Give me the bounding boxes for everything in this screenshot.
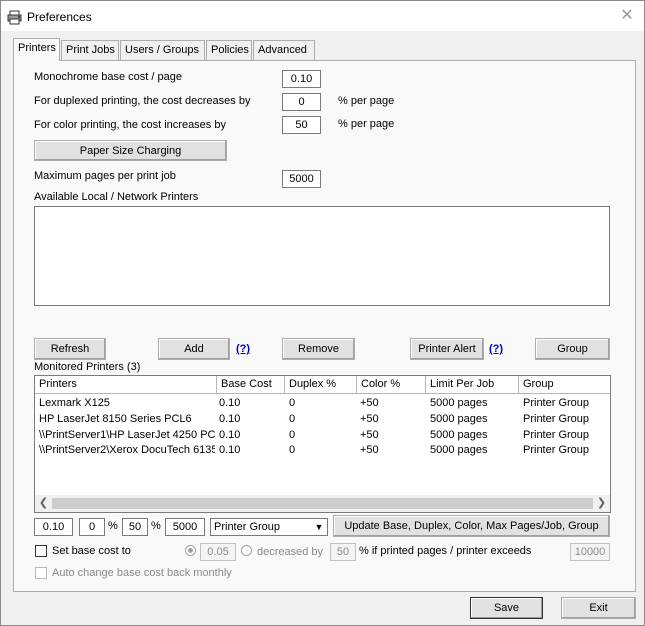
preferences-window: Preferences ✕ Printers Print Jobs Users … — [0, 0, 645, 626]
cell-printer: HP LaserJet 8150 Series PCL6 — [39, 413, 192, 425]
cell-group: Printer Group — [523, 429, 590, 441]
duplex-unit-label: % per page — [338, 95, 395, 107]
duplex-label: For duplexed printing, the cost decrease… — [34, 95, 251, 107]
max-pages-label: Maximum pages per print job — [34, 170, 176, 182]
exceeds-input[interactable]: 10000 — [570, 543, 610, 561]
duplex-percent-label: % — [108, 520, 118, 532]
cell-base-cost: 0.10 — [219, 413, 241, 425]
cell-color: +50 — [360, 429, 379, 441]
title-bar: Preferences ✕ — [1, 1, 644, 31]
scroll-left-icon[interactable]: ❮ — [35, 495, 52, 512]
decreased-by-input[interactable]: 50 — [330, 543, 356, 561]
scroll-thumb[interactable] — [52, 498, 593, 509]
edit-group-value: Printer Group — [214, 521, 281, 533]
cell-printer: Lexmark X125 — [39, 397, 110, 409]
max-pages-input[interactable]: 5000 — [282, 170, 321, 188]
cell-duplex: 0 — [289, 397, 296, 409]
add-help-link[interactable]: (?) — [236, 343, 250, 355]
chevron-down-icon[interactable]: ▼ — [311, 519, 327, 535]
scroll-right-icon[interactable]: ❯ — [593, 495, 610, 512]
update-button[interactable]: Update Base, Duplex, Color, Max Pages/Jo… — [333, 515, 610, 537]
duplex-input[interactable]: 0 — [282, 93, 321, 111]
printer-alert-help-link[interactable]: (?) — [489, 343, 503, 355]
color-input[interactable]: 50 — [282, 116, 321, 134]
cell-color: +50 — [360, 413, 379, 425]
cell-color: +50 — [360, 397, 379, 409]
column-header-printers[interactable]: Printers — [35, 376, 217, 394]
available-printers-label: Available Local / Network Printers — [34, 191, 199, 203]
cell-base-cost: 0.10 — [219, 429, 241, 441]
column-header-limit-per-job[interactable]: Limit Per Job — [426, 376, 519, 394]
cell-printer: \\PrintServer1\HP LaserJet 4250 PCL6 — [39, 429, 215, 441]
column-header-duplex[interactable]: Duplex % — [285, 376, 357, 394]
horizontal-scrollbar[interactable]: ❮ ❯ — [35, 495, 610, 512]
tab-policies[interactable]: Policies — [206, 40, 252, 60]
cell-duplex: 0 — [289, 444, 296, 456]
cell-limit: 5000 pages — [430, 413, 488, 425]
refresh-button[interactable]: Refresh — [34, 338, 106, 360]
edit-color-input[interactable]: 50 — [122, 518, 148, 536]
auto-change-checkbox[interactable] — [35, 567, 47, 579]
tab-users-groups[interactable]: Users / Groups — [120, 40, 205, 60]
group-button[interactable]: Group — [535, 338, 610, 360]
cell-limit: 5000 pages — [430, 397, 488, 409]
base-cost-value-input[interactable]: 0.05 — [200, 543, 236, 561]
decreased-by-radio[interactable] — [241, 545, 252, 556]
set-base-cost-label: Set base cost to — [52, 545, 131, 557]
base-cost-value-radio[interactable] — [185, 545, 196, 556]
cell-duplex: 0 — [289, 413, 296, 425]
cell-duplex: 0 — [289, 429, 296, 441]
cell-base-cost: 0.10 — [219, 397, 241, 409]
monitored-printers-table[interactable]: Printers Base Cost Duplex % Color % Limi… — [34, 375, 611, 513]
tab-advanced[interactable]: Advanced — [253, 40, 315, 60]
cell-group: Printer Group — [523, 444, 590, 456]
cell-color: +50 — [360, 444, 379, 456]
remove-button[interactable]: Remove — [282, 338, 355, 360]
decreased-by-label: decreased by — [257, 546, 324, 558]
edit-duplex-input[interactable]: 0 — [79, 518, 105, 536]
printer-app-icon — [7, 10, 22, 25]
column-header-group[interactable]: Group — [519, 376, 610, 394]
column-header-color[interactable]: Color % — [357, 376, 426, 394]
available-printers-list[interactable] — [34, 206, 610, 306]
edit-base-cost-input[interactable]: 0.10 — [34, 518, 73, 536]
paper-size-charging-button[interactable]: Paper Size Charging — [34, 140, 227, 161]
window-title: Preferences — [27, 10, 92, 24]
mono-cost-input[interactable]: 0.10 — [282, 70, 321, 88]
cell-limit: 5000 pages — [430, 429, 488, 441]
tab-printers[interactable]: Printers — [13, 38, 60, 61]
cell-limit: 5000 pages — [430, 444, 488, 456]
edit-group-select[interactable]: Printer Group ▼ — [210, 518, 328, 536]
printer-alert-button[interactable]: Printer Alert — [410, 338, 484, 360]
auto-change-label: Auto change base cost back monthly — [52, 567, 232, 579]
cell-base-cost: 0.10 — [219, 444, 241, 456]
cell-group: Printer Group — [523, 397, 590, 409]
tab-print-jobs[interactable]: Print Jobs — [61, 40, 119, 60]
exit-button[interactable]: Exit — [561, 597, 636, 619]
monitored-printers-label: Monitored Printers (3) — [34, 361, 141, 373]
set-base-cost-checkbox[interactable] — [35, 545, 47, 557]
color-label: For color printing, the cost increases b… — [34, 119, 226, 131]
close-icon[interactable]: ✕ — [619, 8, 635, 24]
cell-group: Printer Group — [523, 413, 590, 425]
column-header-base-cost[interactable]: Base Cost — [217, 376, 285, 394]
cell-printer: \\PrintServer2\Xerox DocuTech 6135 — [39, 444, 215, 456]
add-button[interactable]: Add — [158, 338, 230, 360]
color-unit-label: % per page — [338, 118, 395, 130]
exceeds-label: % if printed pages / printer exceeds — [359, 545, 532, 557]
save-button[interactable]: Save — [470, 597, 543, 619]
edit-limit-input[interactable]: 5000 — [165, 518, 205, 536]
mono-cost-label: Monochrome base cost / page — [34, 71, 182, 83]
color-percent-label: % — [151, 520, 161, 532]
